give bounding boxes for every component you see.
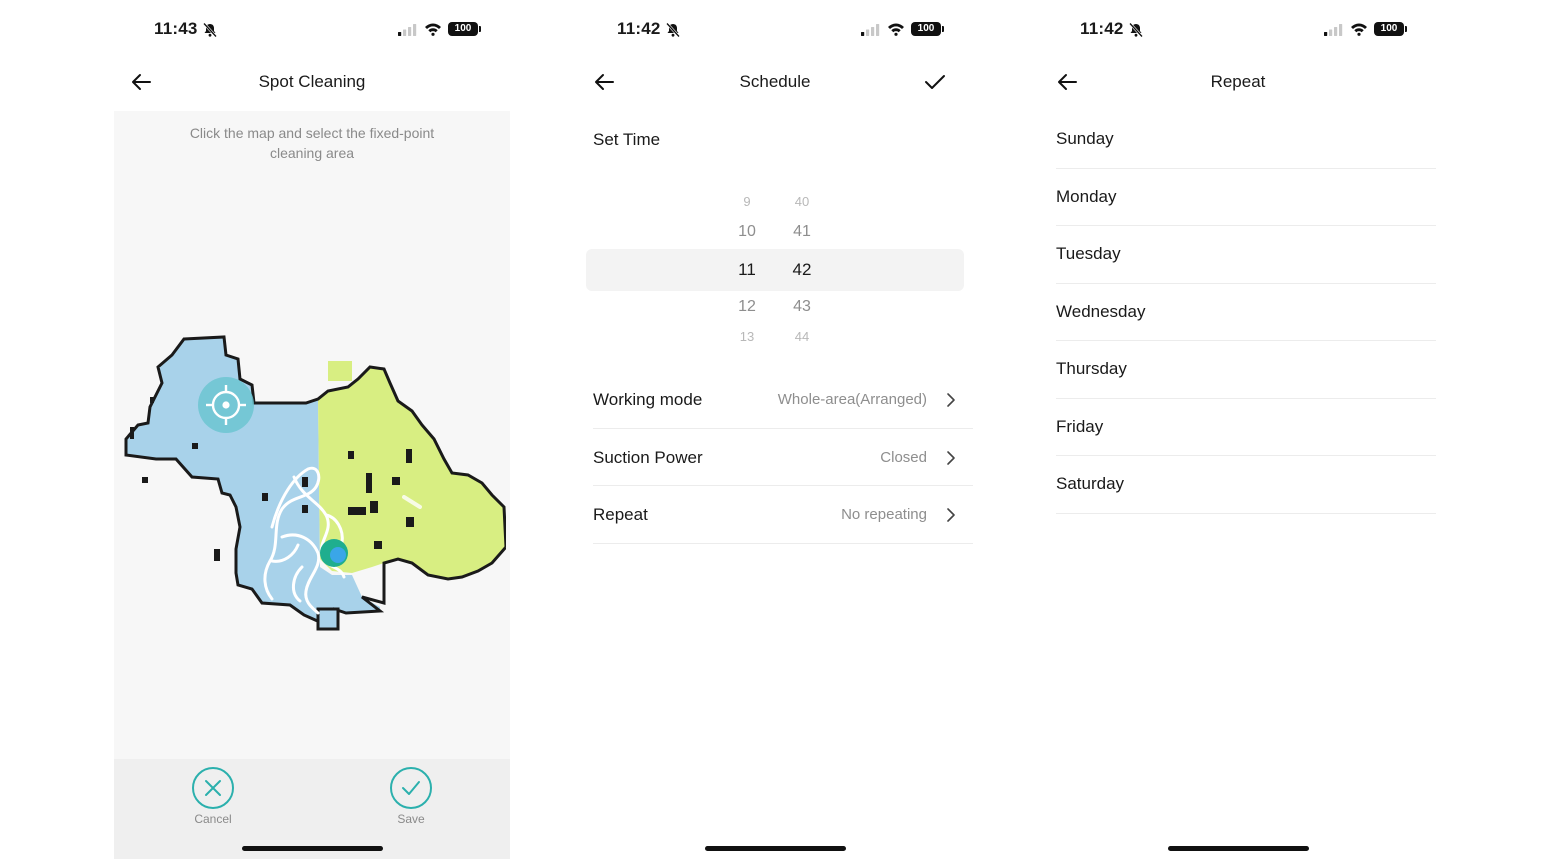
minute-option[interactable]: 40 xyxy=(782,194,822,209)
cancel-circle xyxy=(192,767,234,809)
list-item-tuesday[interactable]: Tuesday xyxy=(1056,226,1436,284)
page-title: Spot Cleaning xyxy=(258,72,366,91)
chevron-right-icon xyxy=(947,450,955,465)
day-label: Monday xyxy=(1056,186,1117,206)
hour-option[interactable]: 12 xyxy=(727,298,767,316)
battery-indicator: 100 xyxy=(911,22,944,36)
time-picker[interactable]: 9 10 11 12 13 40 41 42 43 44 xyxy=(577,182,973,358)
battery-indicator: 100 xyxy=(448,22,481,36)
list-item-wednesday[interactable]: Wednesday xyxy=(1056,284,1436,341)
home-indicator[interactable] xyxy=(705,846,846,851)
day-label: Friday xyxy=(1056,416,1104,436)
picker-selection-band xyxy=(586,249,964,291)
minute-selected[interactable]: 42 xyxy=(782,260,822,280)
robot-position-icon xyxy=(320,539,348,567)
setting-label: Repeat xyxy=(593,505,648,524)
list-item-saturday[interactable]: Saturday xyxy=(1056,456,1436,514)
list-item-friday[interactable]: Friday xyxy=(1056,399,1436,456)
page-title: Schedule xyxy=(739,72,811,91)
status-bar: 11:42 100 xyxy=(577,18,973,42)
day-label: Saturday xyxy=(1056,474,1125,493)
cellular-signal-icon xyxy=(398,24,417,36)
cancel-button[interactable]: Cancel xyxy=(173,767,253,826)
suction-power-row[interactable]: Suction Power Closed xyxy=(593,429,973,486)
nav-bar: Schedule xyxy=(577,62,973,102)
action-bar: Cancel Save xyxy=(114,759,510,859)
battery-indicator: 100 xyxy=(1374,22,1407,36)
nav-bar: Repeat xyxy=(1040,62,1436,102)
wifi-icon xyxy=(888,23,904,36)
home-indicator[interactable] xyxy=(242,846,383,851)
cellular-signal-icon xyxy=(861,24,880,36)
status-time: 11:42 xyxy=(617,19,661,38)
hour-selected[interactable]: 11 xyxy=(727,260,767,280)
list-item-thursday[interactable]: Thursday xyxy=(1056,341,1436,399)
map-hint-text: Click the map and select the fixed-point… xyxy=(189,125,435,161)
hour-option[interactable]: 10 xyxy=(727,223,767,241)
repeat-screen: 11:42 100 Repeat Sunday Monday Tuesday W… xyxy=(1040,0,1436,859)
map-region-green-patch[interactable] xyxy=(328,361,352,381)
setting-label: Working mode xyxy=(593,390,703,409)
status-bar: 11:43 100 xyxy=(114,18,510,42)
working-mode-row[interactable]: Working mode Whole-area(Arranged) xyxy=(593,371,973,429)
day-label: Wednesday xyxy=(1056,301,1146,321)
minute-option[interactable]: 41 xyxy=(782,223,822,241)
cancel-label: Cancel xyxy=(194,812,232,826)
map-room-bottom[interactable] xyxy=(316,607,340,631)
save-label: Save xyxy=(397,812,425,826)
status-bar: 11:42 100 xyxy=(1040,18,1436,42)
status-time: 11:43 xyxy=(154,19,198,38)
setting-value: Closed xyxy=(880,448,927,466)
wifi-icon xyxy=(425,23,441,36)
close-icon xyxy=(205,780,221,796)
home-indicator[interactable] xyxy=(1168,846,1309,851)
cellular-signal-icon xyxy=(1324,24,1343,36)
schedule-screen: 11:42 100 Schedule Set Time 9 10 11 12 1… xyxy=(577,0,973,859)
checkmark-icon[interactable] xyxy=(923,71,947,93)
chevron-right-icon xyxy=(947,508,955,522)
page-title: Repeat xyxy=(1210,72,1266,91)
save-button[interactable]: Save xyxy=(371,767,451,826)
day-label: Tuesday xyxy=(1056,244,1121,263)
hour-option[interactable]: 13 xyxy=(727,329,767,344)
status-time: 11:42 xyxy=(1080,19,1124,38)
day-label: Thursday xyxy=(1056,359,1127,378)
day-label: Sunday xyxy=(1056,129,1114,148)
bell-muted-icon xyxy=(1129,22,1143,38)
setting-label: Suction Power xyxy=(593,447,703,467)
checkmark-icon xyxy=(402,781,420,795)
map-canvas[interactable]: Click the map and select the fixed-point… xyxy=(114,111,510,759)
weekday-list: Sunday Monday Tuesday Wednesday Thursday… xyxy=(1056,111,1436,514)
crosshair-target-icon[interactable] xyxy=(198,377,254,433)
floor-map[interactable] xyxy=(122,327,506,633)
list-item-sunday[interactable]: Sunday xyxy=(1056,111,1436,169)
chevron-right-icon xyxy=(947,393,955,407)
bell-muted-icon xyxy=(203,22,217,38)
set-time-label: Set Time xyxy=(593,130,661,149)
setting-value: Whole-area(Arranged) xyxy=(777,391,927,408)
repeat-row[interactable]: Repeat No repeating xyxy=(593,486,973,544)
bell-muted-icon xyxy=(666,22,680,38)
nav-bar: Spot Cleaning xyxy=(114,62,510,102)
list-item-monday[interactable]: Monday xyxy=(1056,169,1436,226)
hour-option[interactable]: 9 xyxy=(727,194,767,209)
minute-option[interactable]: 43 xyxy=(782,298,822,316)
wifi-icon xyxy=(1351,23,1367,36)
schedule-settings-list: Working mode Whole-area(Arranged) Suctio… xyxy=(593,371,973,544)
save-circle xyxy=(390,767,432,809)
spot-cleaning-screen: 11:43 100 Spot Cleaning Click the map an… xyxy=(114,0,510,859)
minute-option[interactable]: 44 xyxy=(782,329,822,344)
setting-value: No repeating xyxy=(841,506,927,523)
